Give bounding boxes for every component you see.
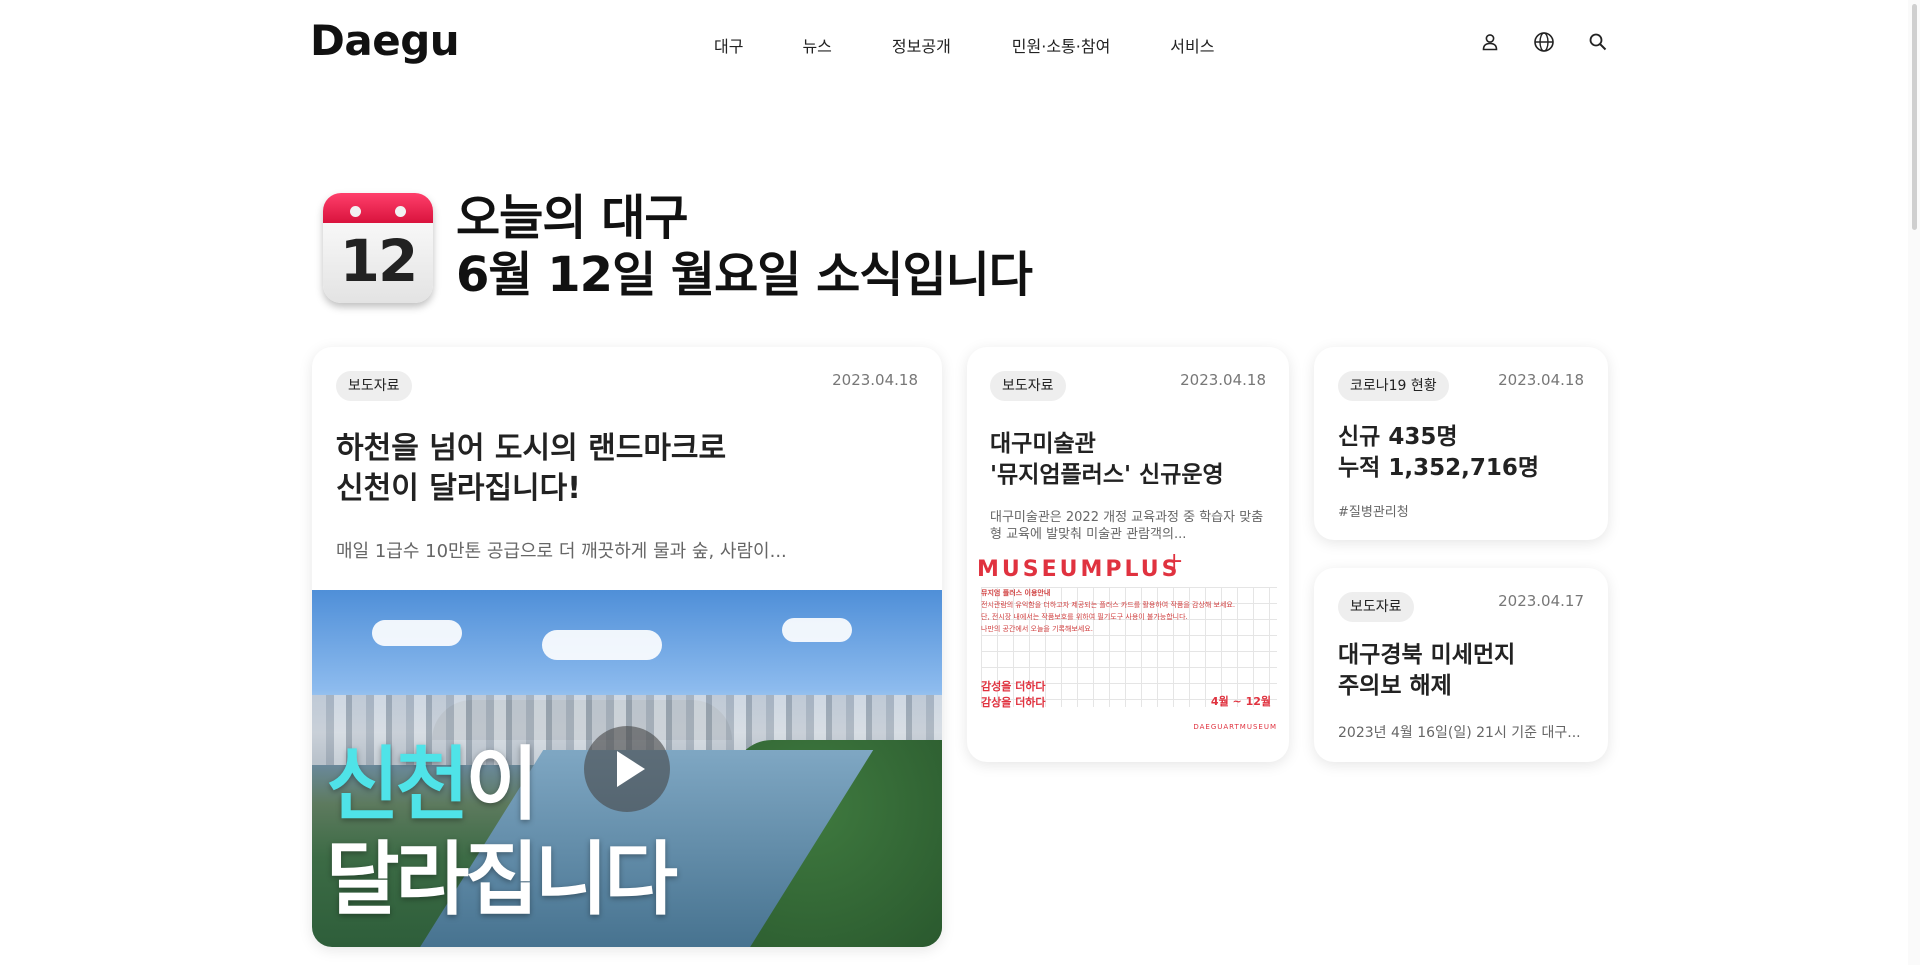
calendar-ring xyxy=(395,206,406,217)
nav-item-services[interactable]: 서비스 xyxy=(1170,33,1214,57)
category-tag: 코로나19 현황 xyxy=(1338,371,1449,401)
scrollbar-thumb[interactable] xyxy=(1912,4,1917,230)
site-header: Daegu 대구 뉴스 정보공개 민원·소통·참여 서비스 xyxy=(0,0,1920,86)
poster-text-line: 단, 전시장 내에서는 작품보호를 위하여 필기도구 사용이 불가능합니다. xyxy=(981,613,1188,621)
covid-new-cases: 신규 435명 xyxy=(1338,424,1458,450)
news-card-museum[interactable]: 보도자료 2023.04.18 대구미술관 '뮤지엄플러스' 신규운영 대구미술… xyxy=(967,347,1289,762)
user-icon[interactable] xyxy=(1478,30,1502,54)
calendar-icon: 12 xyxy=(323,193,433,303)
poster-text-line: 뮤지엄 플러스 이용안내 xyxy=(981,589,1051,597)
search-icon[interactable] xyxy=(1586,30,1610,54)
card-description: 매일 1급수 10만톤 공급으로 더 깨끗하게 물과 숲, 사람이... xyxy=(336,541,787,562)
poster-brand: DAEGUARTMUSEUM xyxy=(1193,723,1277,731)
news-card-covid[interactable]: 코로나19 현황 2023.04.18 신규 435명 누적 1,352,716… xyxy=(1314,347,1608,540)
card-title-line2: 주의보 해제 xyxy=(1338,673,1452,699)
card-title-line2: 신천이 달라집니다! xyxy=(336,471,581,506)
news-card-dust[interactable]: 보도자료 2023.04.17 대구경북 미세먼지 주의보 해제 2023년 4… xyxy=(1314,568,1608,762)
header-icons xyxy=(1478,30,1610,54)
card-title: 대구경북 미세먼지 주의보 해제 xyxy=(1338,640,1515,702)
site-logo[interactable]: Daegu xyxy=(310,16,460,65)
card-title-line1: 대구경북 미세먼지 xyxy=(1338,642,1516,668)
poster-slogan-line1: 감성을 더하다 xyxy=(981,680,1046,693)
covid-stats: 신규 435명 누적 1,352,716명 xyxy=(1338,422,1539,484)
card-title-line1: 대구미술관 xyxy=(990,431,1096,457)
poster-text-line: 전시관람의 유익함을 더하고자 제공되는 플러스 카드를 활용하여 작품을 감상… xyxy=(981,601,1236,609)
cloud xyxy=(782,618,852,642)
poster-logo: MUSEUMPLUS xyxy=(977,557,1181,582)
play-button[interactable] xyxy=(584,726,670,812)
covid-total-cases: 누적 1,352,716명 xyxy=(1338,455,1539,481)
card-title-line1: 하천을 넘어 도시의 랜드마크로 xyxy=(336,431,727,466)
post-date: 2023.04.18 xyxy=(832,371,918,389)
globe-icon[interactable] xyxy=(1532,30,1556,54)
play-icon xyxy=(617,751,645,787)
museum-poster: MUSEUMPLUS + 뮤지엄 플러스 이용안내 전시관람의 유익함을 더하고… xyxy=(977,549,1279,745)
hero-title-line1: 오늘의 대구 xyxy=(456,190,689,246)
card-title: 대구미술관 '뮤지엄플러스' 신규운영 xyxy=(990,429,1280,491)
calendar-day: 12 xyxy=(339,227,419,295)
card-title: 하천을 넘어 도시의 랜드마크로 신천이 달라집니다! xyxy=(336,429,856,509)
nav-item-info[interactable]: 정보공개 xyxy=(892,33,951,57)
card-description: 2023년 4월 16일(일) 21시 기준 대구... xyxy=(1338,725,1581,741)
category-tag: 보도자료 xyxy=(1338,592,1414,622)
cloud xyxy=(542,630,662,660)
nav-item-news[interactable]: 뉴스 xyxy=(802,33,831,57)
news-card-main[interactable]: 보도자료 2023.04.18 하천을 넘어 도시의 랜드마크로 신천이 달라집… xyxy=(312,347,942,947)
scrollbar[interactable] xyxy=(1908,0,1920,965)
post-date: 2023.04.17 xyxy=(1498,592,1584,610)
poster-slogan-line2: 감상을 더하다 xyxy=(981,696,1046,709)
card-title-line2: '뮤지엄플러스' 신규운영 xyxy=(990,462,1224,488)
post-date: 2023.04.18 xyxy=(1180,371,1266,389)
main-nav: 대구 뉴스 정보공개 민원·소통·참여 서비스 xyxy=(714,33,1214,57)
video-caption-line2: 달라집니다 xyxy=(326,833,678,926)
nav-item-participation[interactable]: 민원·소통·참여 xyxy=(1012,33,1111,57)
hero-title-line2: 6월 12일 월요일 소식입니다 xyxy=(456,247,1033,303)
video-thumbnail[interactable]: 신천이 달라집니다 xyxy=(312,590,942,947)
hashtag[interactable]: #질병관리청 xyxy=(1338,501,1409,520)
page-title: 오늘의 대구 6월 12일 월요일 소식입니다 xyxy=(456,190,1033,304)
category-tag: 보도자료 xyxy=(990,371,1066,401)
plus-icon: + xyxy=(1165,549,1184,574)
poster-period: 4월 ~ 12월 xyxy=(1210,695,1271,708)
poster-slogan: 감성을 더하다 감상을 더하다 xyxy=(981,679,1046,711)
calendar-ring xyxy=(350,206,361,217)
card-description: 대구미술관은 2022 개정 교육과정 중 학습자 맞춤형 교육에 발맞춰 미술… xyxy=(990,510,1264,542)
poster-text-line: 나만의 공간에서 오늘을 기록해보세요. xyxy=(981,625,1093,633)
nav-item-daegu[interactable]: 대구 xyxy=(714,33,743,57)
category-tag: 보도자료 xyxy=(336,371,412,401)
cloud xyxy=(372,620,462,646)
post-date: 2023.04.18 xyxy=(1498,371,1584,389)
